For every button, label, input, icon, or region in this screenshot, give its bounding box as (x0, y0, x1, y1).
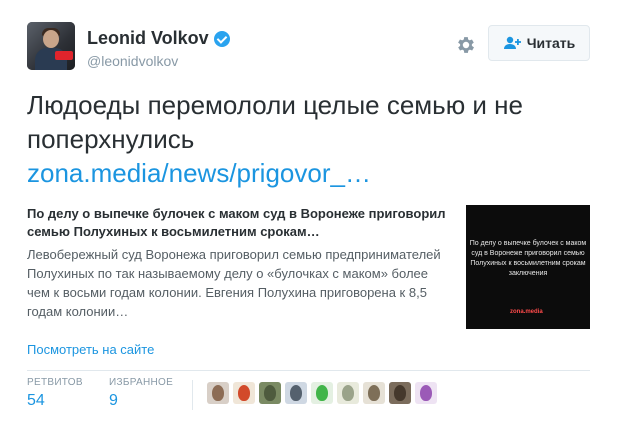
favoriter-avatar[interactable] (285, 382, 307, 404)
favorites-stat[interactable]: ИЗБРАННОЕ 9 (109, 377, 173, 410)
favorites-count: 9 (109, 392, 118, 409)
retweets-stat[interactable]: РЕТВИТОВ 54 (27, 377, 83, 410)
author-handle[interactable]: @leonidvolkov (87, 53, 230, 69)
favoriter-avatar[interactable] (415, 382, 437, 404)
tweet-text: Людоеды перемололи целые семью и не попе… (27, 90, 523, 154)
tweet-header: Leonid Volkov @leonidvolkov Читать (27, 22, 597, 74)
favoriter-avatar-figure (212, 385, 224, 401)
favoriter-avatar[interactable] (311, 382, 333, 404)
author-name-row: Leonid Volkov (87, 28, 230, 49)
gear-icon[interactable] (455, 34, 477, 56)
avatar-head (43, 30, 59, 48)
author-avatar[interactable] (27, 22, 75, 70)
stats-separator (192, 380, 193, 410)
favoriter-avatar-figure (394, 385, 406, 401)
author-block: Leonid Volkov @leonidvolkov (87, 28, 230, 69)
favoriter-avatar-figure (368, 385, 380, 401)
thumbnail-text: По делу о выпечке булочек с маком суд в … (469, 240, 587, 277)
link-card[interactable]: По делу о выпечке булочек с маком суд в … (27, 205, 590, 329)
retweets-count: 54 (27, 392, 45, 409)
thumbnail-logo: zona.media (510, 309, 543, 315)
add-user-icon (503, 36, 521, 49)
favoriter-avatar-figure (420, 385, 432, 401)
favoriter-avatar[interactable] (337, 382, 359, 404)
favorites-label: ИЗБРАННОЕ (109, 377, 174, 388)
stats-divider (27, 370, 590, 371)
verified-badge-icon (213, 30, 230, 47)
favoriter-avatar[interactable] (233, 382, 255, 404)
favoriters-list (207, 382, 437, 404)
favoriter-avatar[interactable] (363, 382, 385, 404)
card-thumbnail[interactable]: По делу о выпечке булочек с маком суд в … (466, 205, 590, 329)
favoriter-avatar-figure (238, 385, 250, 401)
follow-button[interactable]: Читать (488, 25, 590, 61)
favoriter-avatar[interactable] (259, 382, 281, 404)
favoriter-avatar-figure (264, 385, 276, 401)
favoriter-avatar[interactable] (207, 382, 229, 404)
favoriter-avatar-figure (290, 385, 302, 401)
favoriter-avatar-figure (316, 385, 328, 401)
view-on-site-link[interactable]: Посмотреть на сайте (27, 342, 154, 357)
follow-label: Читать (526, 35, 576, 51)
retweets-label: РЕТВИТОВ (27, 377, 83, 388)
author-name[interactable]: Leonid Volkov (87, 28, 209, 49)
card-description: Левобережный суд Воронежа приговорил сем… (27, 247, 441, 319)
favoriter-avatar-figure (342, 385, 354, 401)
favoriter-avatar[interactable] (389, 382, 411, 404)
card-title[interactable]: По делу о выпечке булочек с маком суд в … (27, 205, 447, 241)
tweet-link[interactable]: zona.media/news/prigovor_… (27, 156, 371, 190)
avatar-badge (55, 51, 73, 60)
